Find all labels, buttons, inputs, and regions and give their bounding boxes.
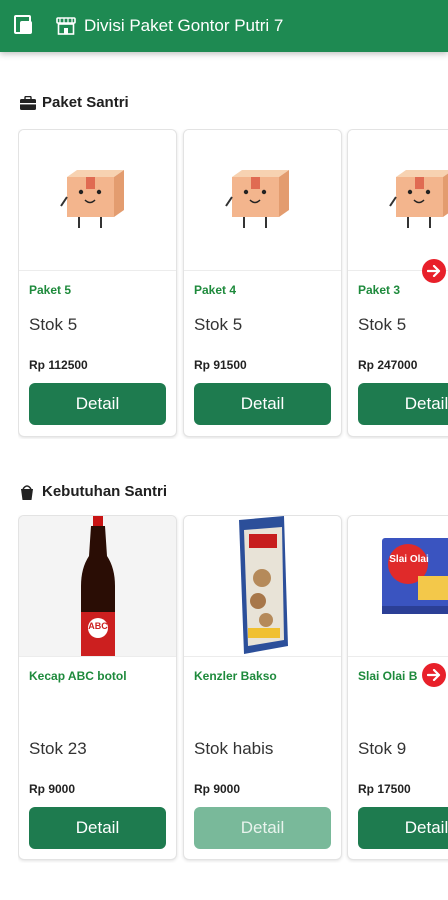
product-stock: Stok 5: [358, 315, 407, 334]
store-icon: [56, 17, 76, 35]
product-stock: Stok 5: [29, 315, 78, 334]
product-price: Rp 17500: [358, 782, 411, 796]
briefcase-icon: [20, 95, 36, 110]
product-card[interactable]: Slai Olai Slai Olai B Stok 9 Rp 17500 De…: [347, 515, 448, 860]
product-card[interactable]: Paket 4 Stok 5 Rp 91500 Detail: [183, 129, 342, 437]
app-bar: Divisi Paket Gontor Putri 7: [0, 0, 448, 52]
product-stock: Stok 9: [358, 739, 407, 758]
detail-button[interactable]: Detail: [194, 383, 331, 425]
section-title-label: Paket Santri: [42, 94, 129, 111]
product-price: Rp 91500: [194, 358, 247, 372]
box-mascot-image: [348, 130, 448, 271]
product-card[interactable]: Paket 3 Stok 5 Rp 247000 Detail: [347, 129, 448, 437]
product-price: Rp 112500: [29, 358, 88, 372]
product-name: Paket 4: [194, 283, 237, 297]
product-card[interactable]: Paket 5 Stok 5 Rp 112500 Detail: [18, 129, 177, 437]
detail-button[interactable]: Detail: [358, 383, 448, 425]
product-card[interactable]: Kenzler Bakso Stok habis Rp 9000 Detail: [183, 515, 342, 860]
section-title-label: Kebutuhan Santri: [42, 483, 168, 500]
paket-santri-row[interactable]: Paket 5 Stok 5 Rp 112500 Detail Paket 4 …: [18, 129, 448, 439]
kebutuhan-santri-row[interactable]: ABC Kecap ABC botol Stok 23 Rp 9000 Deta…: [18, 515, 448, 863]
product-price: Rp 9000: [194, 782, 241, 796]
page-title: Divisi Paket Gontor Putri 7: [84, 16, 284, 35]
section-title-kebutuhan-santri: Kebutuhan Santri: [20, 483, 167, 500]
detail-button-disabled[interactable]: Detail: [194, 807, 331, 849]
section-title-paket-santri: Paket Santri: [20, 94, 129, 111]
box-mascot-image: [184, 130, 341, 271]
detail-button[interactable]: Detail: [358, 807, 448, 849]
product-name: Kecap ABC botol: [29, 669, 127, 683]
kecap-label-text: ABC: [88, 621, 108, 631]
product-name: Slai Olai B: [358, 669, 418, 683]
product-stock: Stok 23: [29, 739, 87, 758]
product-card[interactable]: ABC Kecap ABC botol Stok 23 Rp 9000 Deta…: [18, 515, 177, 860]
product-name: Kenzler Bakso: [194, 669, 277, 683]
slai-olai-label-text: Slai Olai: [389, 554, 429, 565]
box-mascot-image: [19, 130, 176, 271]
scroll-right-arrow-icon[interactable]: [422, 259, 446, 283]
detail-button[interactable]: Detail: [29, 383, 166, 425]
copy-menu-icon[interactable]: [14, 15, 36, 37]
product-name: Paket 5: [29, 283, 72, 297]
bakso-pack-image: [184, 516, 341, 657]
slai-olai-pack-image: Slai Olai: [348, 516, 448, 657]
detail-button[interactable]: Detail: [29, 807, 166, 849]
product-stock: Stok habis: [194, 739, 274, 758]
product-name: Paket 3: [358, 283, 401, 297]
kecap-bottle-image: ABC: [19, 516, 176, 657]
bucket-icon: [20, 484, 36, 500]
product-price: Rp 9000: [29, 782, 76, 796]
product-price: Rp 247000: [358, 358, 418, 372]
product-stock: Stok 5: [194, 315, 243, 334]
scroll-right-arrow-icon[interactable]: [422, 663, 446, 687]
